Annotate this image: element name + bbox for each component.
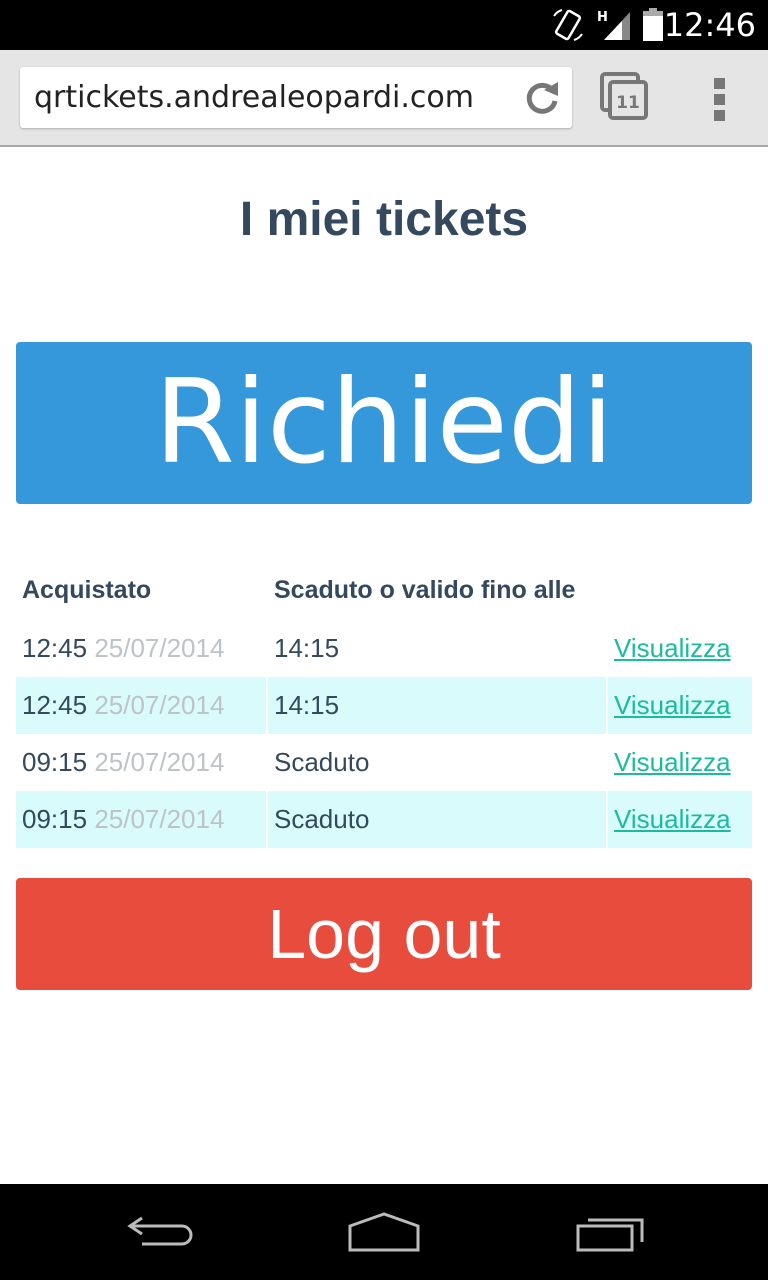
table-row: 12:45 25/07/2014 14:15 Visualizza [16,677,752,734]
table-row: 09:15 25/07/2014 Scaduto Visualizza [16,791,752,848]
header-purchased: Acquistato [22,575,152,604]
reload-icon[interactable] [522,78,562,118]
purchase-date: 25/07/2014 [94,804,225,834]
purchase-time: 09:15 [22,804,88,834]
view-ticket-link[interactable]: Visualizza [614,804,731,834]
home-icon[interactable] [346,1208,422,1256]
battery-icon [643,8,663,41]
back-icon[interactable] [124,1208,196,1256]
purchased-cell: 12:45 25/07/2014 [16,620,268,677]
view-ticket-link[interactable]: Visualizza [614,747,731,777]
logout-button[interactable]: Log out [16,878,752,990]
recents-icon[interactable] [574,1208,646,1256]
action-cell: Visualizza [608,620,752,677]
page-title: I miei tickets [239,193,529,246]
header-action [608,560,752,620]
url-bar[interactable]: qrtickets.andrealeopardi.com [20,67,572,128]
expiry-cell: Scaduto [268,791,608,848]
browser-toolbar: qrtickets.andrealeopardi.com 11 [0,50,768,147]
status-time: 12:46 [663,6,756,44]
url-text[interactable]: qrtickets.andrealeopardi.com [34,81,474,115]
table-row: 12:45 25/07/2014 14:15 Visualizza [16,620,752,677]
table-row: 09:15 25/07/2014 Scaduto Visualizza [16,734,752,791]
expiry-cell: 14:15 [268,677,608,734]
overflow-menu-icon[interactable] [700,74,740,124]
action-cell: Visualizza [608,791,752,848]
signal-h-icon: H [597,10,630,40]
purchase-time: 12:45 [22,633,88,663]
action-cell: Visualizza [608,734,752,791]
action-cell: Visualizza [608,677,752,734]
purchased-cell: 09:15 25/07/2014 [16,734,268,791]
rotate-icon [553,9,583,41]
purchased-cell: 12:45 25/07/2014 [16,677,268,734]
purchase-time: 12:45 [22,690,88,720]
tickets-table: Acquistato Scaduto o valido fino alle 12… [16,560,752,848]
purchased-cell: 09:15 25/07/2014 [16,791,268,848]
table-header-row: Acquistato Scaduto o valido fino alle [16,560,752,620]
expiry-cell: 14:15 [268,620,608,677]
purchase-date: 25/07/2014 [94,747,225,777]
purchase-date: 25/07/2014 [94,633,225,663]
view-ticket-link[interactable]: Visualizza [614,633,731,663]
purchase-date: 25/07/2014 [94,690,225,720]
header-expiry: Scaduto o valido fino alle [274,575,576,604]
expiry-cell: Scaduto [268,734,608,791]
nav-bar [0,1184,768,1280]
purchase-time: 09:15 [22,747,88,777]
request-button[interactable]: Richiedi [16,342,752,504]
view-ticket-link[interactable]: Visualizza [614,690,731,720]
tab-count: 11 [616,93,640,113]
svg-text:H: H [597,10,608,25]
status-bar: H 12:46 [0,0,768,50]
tabs-icon[interactable]: 11 [600,72,650,122]
